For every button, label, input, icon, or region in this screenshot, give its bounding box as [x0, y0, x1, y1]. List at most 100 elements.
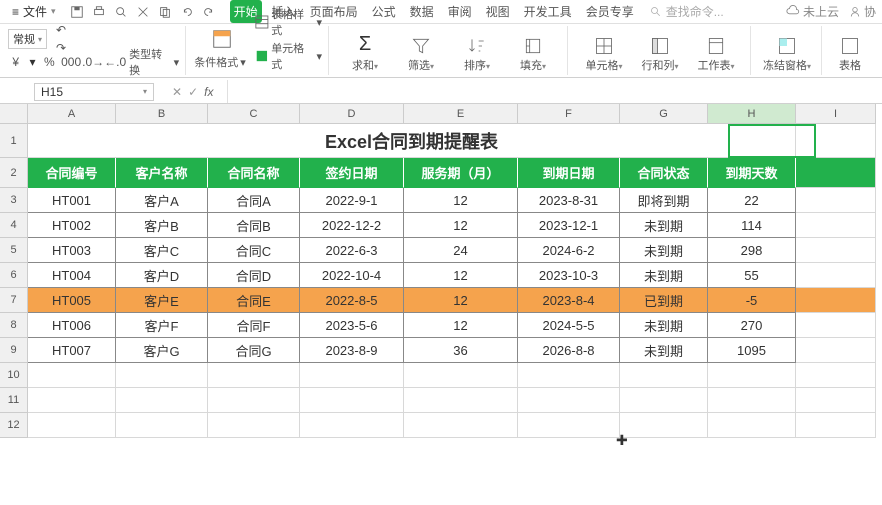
cell[interactable]	[796, 158, 876, 188]
cell[interactable]	[404, 363, 518, 388]
cell[interactable]	[518, 388, 620, 413]
row-header[interactable]: 6	[0, 263, 28, 288]
cell[interactable]: 未到期	[620, 313, 708, 338]
select-all-corner[interactable]	[0, 104, 28, 124]
cell[interactable]	[796, 413, 876, 438]
undo-icon[interactable]	[180, 5, 194, 19]
percent-icon[interactable]: %	[42, 54, 58, 70]
cell[interactable]: 2023-5-6	[300, 313, 404, 338]
cell[interactable]: 客户F	[116, 313, 208, 338]
cell[interactable]: 22	[708, 188, 796, 213]
row-header[interactable]: 11	[0, 388, 28, 413]
cell[interactable]: 未到期	[620, 213, 708, 238]
row-header[interactable]: 12	[0, 413, 28, 438]
formula-input[interactable]	[227, 80, 876, 103]
cell[interactable]	[518, 413, 620, 438]
cell[interactable]: 合同G	[208, 338, 300, 363]
cloud-status[interactable]: 未上云	[786, 3, 839, 20]
row-header[interactable]: 4	[0, 213, 28, 238]
cell[interactable]	[518, 363, 620, 388]
name-box[interactable]: H15 ▾	[34, 83, 154, 101]
dec-inc-icon[interactable]: .0→	[85, 54, 101, 70]
cond-format-button[interactable]	[194, 28, 249, 50]
filter-button[interactable]: 筛选▾	[393, 36, 449, 73]
cell[interactable]: 2022-10-4	[300, 263, 404, 288]
row-header[interactable]: 5	[0, 238, 28, 263]
preview-icon[interactable]	[114, 5, 128, 19]
cell[interactable]: 未到期	[620, 338, 708, 363]
cell[interactable]: HT005	[28, 288, 116, 313]
cell[interactable]: 合同D	[208, 263, 300, 288]
cell[interactable]: 客户G	[116, 338, 208, 363]
cell[interactable]: HT001	[28, 188, 116, 213]
cell[interactable]: -5	[708, 288, 796, 313]
cell[interactable]	[796, 263, 876, 288]
cell[interactable]	[796, 338, 876, 363]
sheet-button[interactable]: 工作表▾	[688, 36, 744, 73]
cell[interactable]: 签约日期	[300, 158, 404, 188]
rowcol-button[interactable]: 行和列▾	[632, 36, 688, 73]
cell[interactable]: 2022-12-2	[300, 213, 404, 238]
cell[interactable]: 到期天数	[708, 158, 796, 188]
cell[interactable]	[620, 413, 708, 438]
cell[interactable]	[796, 388, 876, 413]
cell[interactable]: HT002	[28, 213, 116, 238]
cell[interactable]	[116, 388, 208, 413]
cell[interactable]	[116, 413, 208, 438]
cell[interactable]: 合同F	[208, 313, 300, 338]
tab-6[interactable]: 视图	[482, 0, 514, 23]
confirm-icon[interactable]: ✓	[188, 85, 198, 99]
cell[interactable]	[208, 363, 300, 388]
cell-button[interactable]: 单元格▾	[576, 36, 632, 73]
cell[interactable]: HT006	[28, 313, 116, 338]
copy-icon[interactable]	[158, 5, 172, 19]
cell[interactable]	[28, 363, 116, 388]
cell[interactable]: 客户名称	[116, 158, 208, 188]
table-ops-button[interactable]: 表格	[830, 36, 870, 73]
cell[interactable]	[116, 363, 208, 388]
cell[interactable]	[796, 313, 876, 338]
cell[interactable]: 2023-12-1	[518, 213, 620, 238]
tab-8[interactable]: 会员专享	[582, 0, 638, 23]
cell[interactable]: HT004	[28, 263, 116, 288]
col-header-H[interactable]: H	[708, 104, 796, 124]
redo-icon[interactable]	[202, 5, 216, 19]
tab-7[interactable]: 开发工具	[520, 0, 576, 23]
col-header-G[interactable]: G	[620, 104, 708, 124]
cell[interactable]: 12	[404, 313, 518, 338]
cell[interactable]	[208, 413, 300, 438]
command-search[interactable]: 查找命令...	[650, 3, 724, 20]
cell[interactable]	[708, 388, 796, 413]
cell[interactable]: 到期日期	[518, 158, 620, 188]
table-style-button[interactable]: 表格样式▾	[255, 6, 322, 38]
tab-5[interactable]: 审阅	[444, 0, 476, 23]
cell[interactable]: 270	[708, 313, 796, 338]
currency-icon[interactable]: ¥	[8, 54, 24, 70]
tab-3[interactable]: 公式	[368, 0, 400, 23]
cell[interactable]: 即将到期	[620, 188, 708, 213]
cell[interactable]	[796, 213, 876, 238]
cell[interactable]	[620, 363, 708, 388]
cell[interactable]	[300, 413, 404, 438]
menu-file[interactable]: ≡ 文件 ▾	[6, 1, 62, 22]
cell[interactable]	[300, 363, 404, 388]
undo-small-icon[interactable]: ↶	[53, 22, 69, 38]
cell[interactable]: 1095	[708, 338, 796, 363]
cut-icon[interactable]	[136, 5, 150, 19]
cell[interactable]: HT007	[28, 338, 116, 363]
cell[interactable]: 12	[404, 263, 518, 288]
cell[interactable]: 合同状态	[620, 158, 708, 188]
cell[interactable]: 2026-8-8	[518, 338, 620, 363]
freeze-button[interactable]: 冻结窗格▾	[759, 36, 815, 73]
cell[interactable]	[796, 188, 876, 213]
cell[interactable]: 298	[708, 238, 796, 263]
cell[interactable]: 合同B	[208, 213, 300, 238]
table-title[interactable]: Excel合同到期提醒表	[28, 124, 796, 158]
cell[interactable]	[28, 413, 116, 438]
cell[interactable]	[796, 363, 876, 388]
cell[interactable]: 客户B	[116, 213, 208, 238]
cell[interactable]	[708, 413, 796, 438]
cell[interactable]: 2022-9-1	[300, 188, 404, 213]
sort-button[interactable]: 排序▾	[449, 36, 505, 73]
cell[interactable]	[708, 363, 796, 388]
